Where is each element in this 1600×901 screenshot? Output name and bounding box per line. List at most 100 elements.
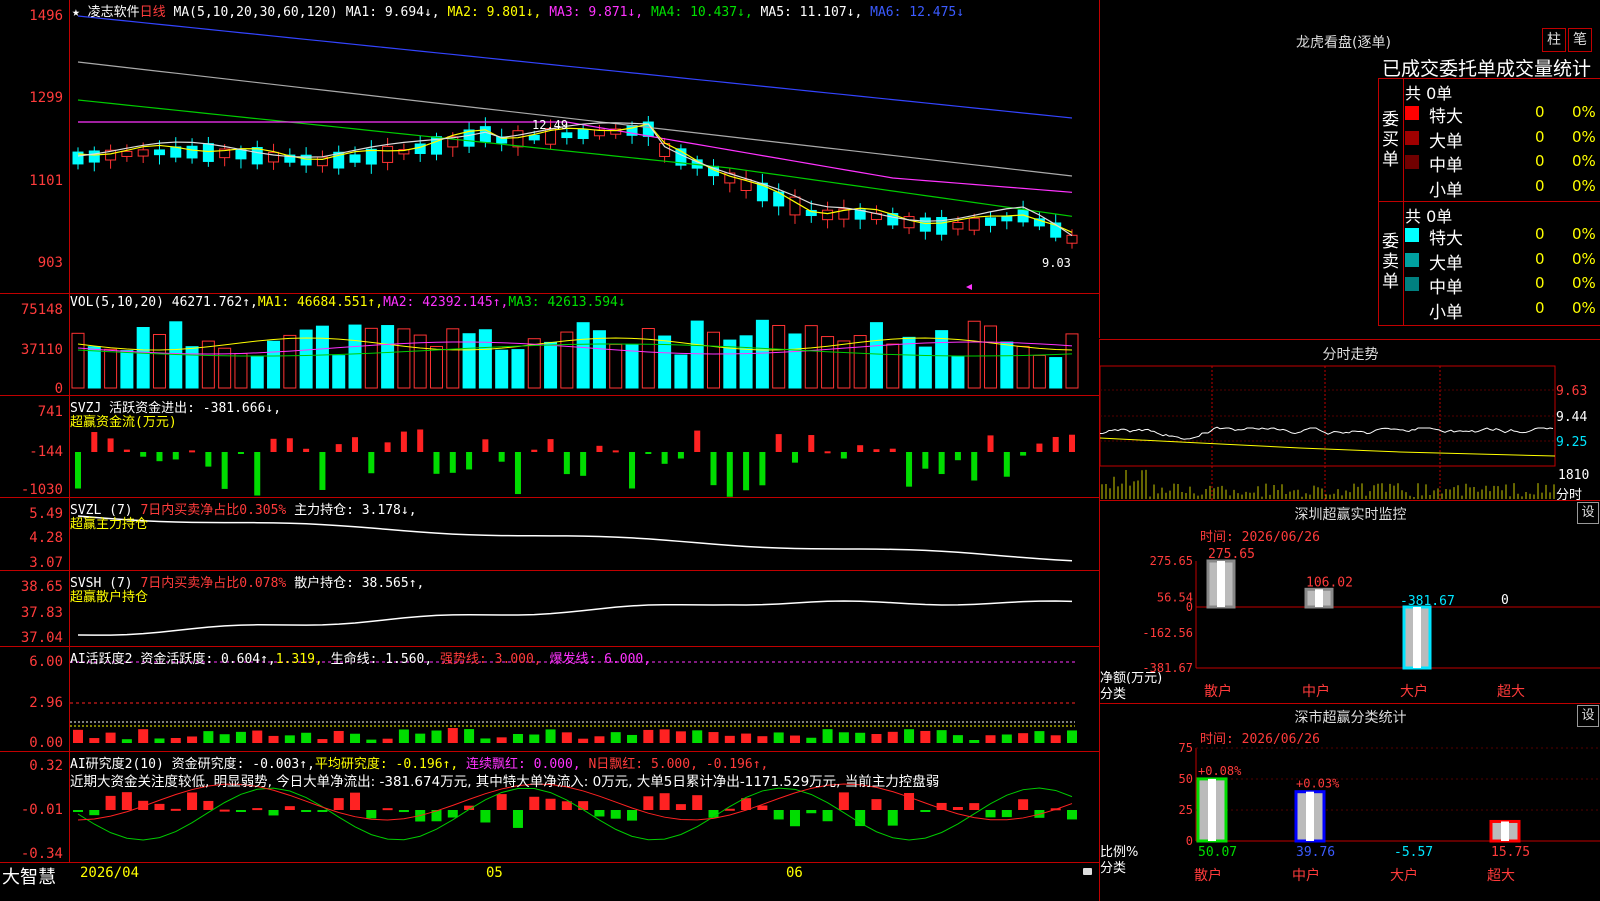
classify-change-label: +0.03% xyxy=(1296,777,1340,791)
money-flow-bar xyxy=(954,452,961,461)
research-bar xyxy=(268,810,279,816)
kline-panel[interactable]: 1496 1299 1101 903 ★ 凌志软件日线 MA(5,10,20,3… xyxy=(0,0,1099,294)
kline-chart[interactable] xyxy=(0,0,1099,293)
money-flow-bar xyxy=(873,449,880,452)
research-bar xyxy=(105,795,116,810)
monitor-value-label: -381.67 xyxy=(1400,594,1455,609)
money-flow-bar xyxy=(775,434,782,452)
activity-bar xyxy=(333,730,344,743)
volume-bar xyxy=(511,349,525,389)
volume-bar xyxy=(804,325,818,389)
research-bar xyxy=(610,810,621,819)
money-flow-bar xyxy=(694,430,701,452)
intraday-panel[interactable]: 分时走势 9.63 9.44 9.25 1810 分时 xyxy=(1099,339,1600,503)
candle-body xyxy=(137,149,149,157)
candle-body xyxy=(202,143,214,162)
activity-bar xyxy=(610,732,621,743)
classify-chart[interactable]: 75 50 25 0 +0.08% 50.07 散户 +0.03% 39.76 中户 -5.57 大户… xyxy=(1100,704,1600,901)
money-flow-bar xyxy=(791,452,798,463)
ai-activity-panel[interactable]: 6.00 2.96 0.00 AI活跃度2 资金活跃度: 0.604↑,1.31… xyxy=(0,647,1099,752)
lock-icon[interactable] xyxy=(1083,868,1092,875)
intraday-vol-tick: 1810 xyxy=(1558,468,1590,483)
research-bar xyxy=(822,810,833,822)
volume-panel[interactable]: 75148 37110 0 VOL(5,10,20) 46271.762↑,MA… xyxy=(0,294,1099,397)
monitor-ytick: 275.65 xyxy=(1150,554,1193,568)
classify-category-label: 中户 xyxy=(1292,867,1320,884)
activity-bar xyxy=(741,733,752,743)
money-flow-bar xyxy=(433,452,440,474)
monitor-panel[interactable]: 深圳超赢实时监控 设 时间: 2026/06/26 275.65 56.54 0 -1… xyxy=(1099,500,1600,703)
bar-mode-button[interactable]: 柱 xyxy=(1542,28,1566,52)
money-flow-bar xyxy=(352,437,359,452)
monitor-value-label: 275.65 xyxy=(1208,547,1255,562)
candle-body xyxy=(968,217,980,231)
activity-bar xyxy=(235,731,246,743)
intraday-chart[interactable] xyxy=(1100,340,1600,501)
activity-bar xyxy=(203,731,214,743)
svzl-pct: 7日内买卖净占比0.305% xyxy=(140,503,287,518)
research-bar xyxy=(187,792,198,810)
activity-bar xyxy=(317,739,328,743)
svsh-panel[interactable]: 38.65 37.83 37.04 SVSH (7) 7日内买卖净占比0.078… xyxy=(0,571,1099,647)
volume-bar xyxy=(397,328,411,389)
research-bar xyxy=(855,810,866,827)
research-bar xyxy=(1067,810,1077,820)
volume-bar xyxy=(641,328,655,389)
favorite-star-icon[interactable]: ★ xyxy=(72,5,80,20)
lhb-row-name: 特大 xyxy=(1429,229,1463,249)
volume-bar xyxy=(364,327,378,389)
candle-body xyxy=(251,147,263,165)
activity-bar xyxy=(480,738,491,743)
classify-value-label: 39.76 xyxy=(1296,845,1335,860)
money-flow-bar xyxy=(449,452,456,473)
money-flow-bar xyxy=(726,452,733,497)
volume-bar xyxy=(755,319,769,389)
ma3-value: MA3: 9.871↓, xyxy=(549,5,644,20)
lhb-row: 大单 0 0% xyxy=(1405,127,1600,152)
sell-title: 委卖单 xyxy=(1382,232,1399,292)
period-label[interactable]: 日线 xyxy=(140,5,166,20)
color-swatch-icon xyxy=(1405,180,1419,194)
svzl-panel[interactable]: 5.49 4.28 3.07 SVZL (7) 7日内买卖净占比0.305% 主… xyxy=(0,498,1099,571)
research-bar xyxy=(447,810,458,818)
lhb-row-qty: 0 xyxy=(1535,249,1545,268)
money-flow-bar xyxy=(922,452,929,469)
money-flow-bar xyxy=(857,445,864,452)
stock-name[interactable]: 凌志软件 xyxy=(88,5,140,20)
lhb-row-qty: 0 xyxy=(1535,103,1545,121)
classify-panel[interactable]: 深市超赢分类统计 设 时间: 2026/06/26 75 50 25 0 +0.08% 5… xyxy=(1099,703,1600,901)
money-flow-bar xyxy=(172,452,179,460)
activity-bar xyxy=(545,729,556,743)
monitor-chart[interactable]: 275.6556.540-162.56-381.67275.65散户106.02… xyxy=(1100,501,1600,703)
volume-bar xyxy=(234,353,248,389)
lhb-row: 中单 0 0% xyxy=(1405,151,1600,176)
svzj-panel[interactable]: 741 -144 -1030 SVZJ 活跃资金进出: -381.666↓, 超… xyxy=(0,396,1099,498)
candle-body xyxy=(659,143,671,157)
volume-bar xyxy=(967,320,981,389)
svzj-sublabel: 超赢资金流(万元) xyxy=(70,415,177,430)
ai-research-panel[interactable]: 0.32 -0.01 -0.34 AI研究度2(10) 资金研究度: -0.00… xyxy=(0,752,1099,862)
activity-bar xyxy=(1001,734,1012,743)
research-bar xyxy=(578,801,589,810)
research-avg-line xyxy=(77,787,1073,841)
volume-bar xyxy=(853,335,867,389)
tick-mode-button[interactable]: 笔 xyxy=(1568,28,1592,52)
activity-bar xyxy=(415,733,426,743)
color-swatch-icon xyxy=(1405,277,1419,291)
activity-bar xyxy=(382,738,393,743)
activity-bar xyxy=(1050,735,1061,743)
candle-body xyxy=(919,217,931,232)
volume-bar xyxy=(332,355,346,389)
volume-bar xyxy=(446,328,460,389)
activity-bar xyxy=(904,729,915,743)
activity-bar xyxy=(757,736,768,743)
date-tick: 2026/04 xyxy=(80,865,140,881)
activity-bar xyxy=(871,734,882,743)
activity-bar xyxy=(643,729,654,743)
lhb-row-name: 小单 xyxy=(1429,180,1463,201)
candle-body xyxy=(121,150,133,157)
classify-value-label: 15.75 xyxy=(1491,845,1530,860)
activity-bar xyxy=(985,735,996,743)
research-bar xyxy=(382,808,393,811)
monitor-value-label: 0 xyxy=(1501,593,1509,608)
